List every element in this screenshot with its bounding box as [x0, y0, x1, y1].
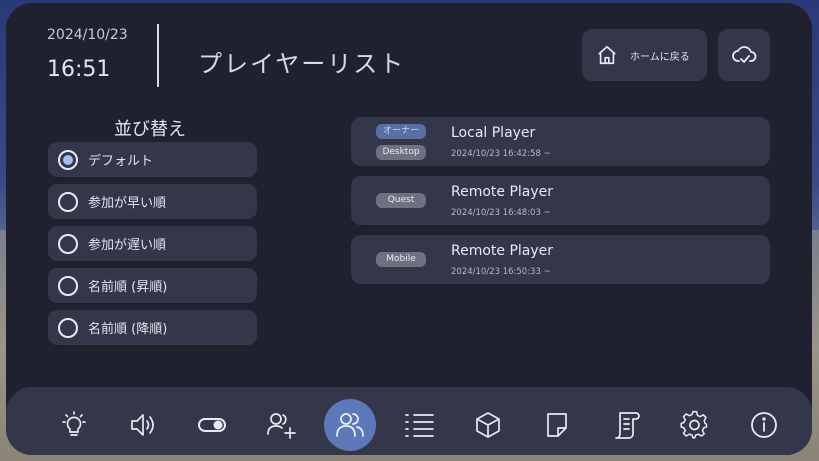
- player-row-remote-2[interactable]: Mobile Remote Player 2024/10/23 16:50:33…: [351, 235, 770, 284]
- gear-icon[interactable]: [669, 399, 721, 451]
- home-button[interactable]: ホームに戻る: [582, 29, 707, 81]
- current-date: 2024/10/23: [47, 27, 128, 43]
- radio: [58, 275, 78, 296]
- player-join-time: 2024/10/23 16:48:03 ~: [451, 208, 551, 218]
- users-icon[interactable]: [324, 399, 376, 451]
- player-row-remote-1[interactable]: Quest Remote Player 2024/10/23 16:48:03 …: [351, 176, 770, 225]
- sort-option-label: 名前順 (昇順): [88, 280, 168, 295]
- list-icon[interactable]: [393, 399, 445, 451]
- cube-icon[interactable]: [462, 399, 514, 451]
- player-row-local[interactable]: オーナー Desktop Local Player 2024/10/23 16:…: [351, 117, 770, 166]
- player-name: Remote Player: [451, 184, 554, 200]
- sort-option-label: 参加が早い順: [88, 196, 167, 211]
- sort-title: 並び替え: [114, 119, 186, 140]
- sort-option-label: デフォルト: [88, 154, 154, 169]
- page-title: プレイヤーリスト: [198, 50, 406, 78]
- player-list-panel: 2024/10/23 16:51 プレイヤーリスト ホームに戻る 並び替え デフ…: [6, 3, 812, 455]
- sort-option-label: 参加が遅い順: [88, 238, 167, 253]
- note-icon[interactable]: [531, 399, 583, 451]
- sort-option-name-asc[interactable]: 名前順 (昇順): [48, 268, 257, 303]
- toggle-icon[interactable]: [186, 399, 238, 451]
- cloud-check-icon: [731, 42, 757, 68]
- radio: [58, 317, 78, 338]
- scroll-icon[interactable]: [600, 399, 652, 451]
- player-name: Local Player: [451, 125, 536, 141]
- bottom-dock: [6, 387, 812, 455]
- speaker-icon[interactable]: [117, 399, 169, 451]
- sort-option-join-latest[interactable]: 参加が遅い順: [48, 226, 257, 261]
- home-icon: [596, 44, 618, 66]
- radio: [58, 233, 78, 254]
- platform-badge: Desktop: [376, 145, 426, 160]
- radio-selected: [58, 149, 78, 170]
- sort-option-name-desc[interactable]: 名前順 (降順): [48, 310, 257, 345]
- player-name: Remote Player: [451, 243, 554, 259]
- platform-badge: Quest: [376, 193, 426, 208]
- sort-option-label: 名前順 (降順): [88, 322, 168, 337]
- player-join-time: 2024/10/23 16:42:58 ~: [451, 149, 551, 159]
- cloud-sync-button[interactable]: [718, 29, 770, 81]
- sort-option-join-earliest[interactable]: 参加が早い順: [48, 184, 257, 219]
- owner-badge: オーナー: [376, 124, 426, 139]
- add-user-icon[interactable]: [255, 399, 307, 451]
- home-button-label: ホームに戻る: [630, 51, 690, 63]
- header-divider: [157, 24, 159, 87]
- platform-badge: Mobile: [376, 252, 426, 267]
- sort-option-default[interactable]: デフォルト: [48, 142, 257, 177]
- player-join-time: 2024/10/23 16:50:33 ~: [451, 267, 551, 277]
- current-time: 16:51: [47, 57, 111, 82]
- lightbulb-icon[interactable]: [48, 399, 100, 451]
- info-icon[interactable]: [738, 399, 790, 451]
- radio: [58, 191, 78, 212]
